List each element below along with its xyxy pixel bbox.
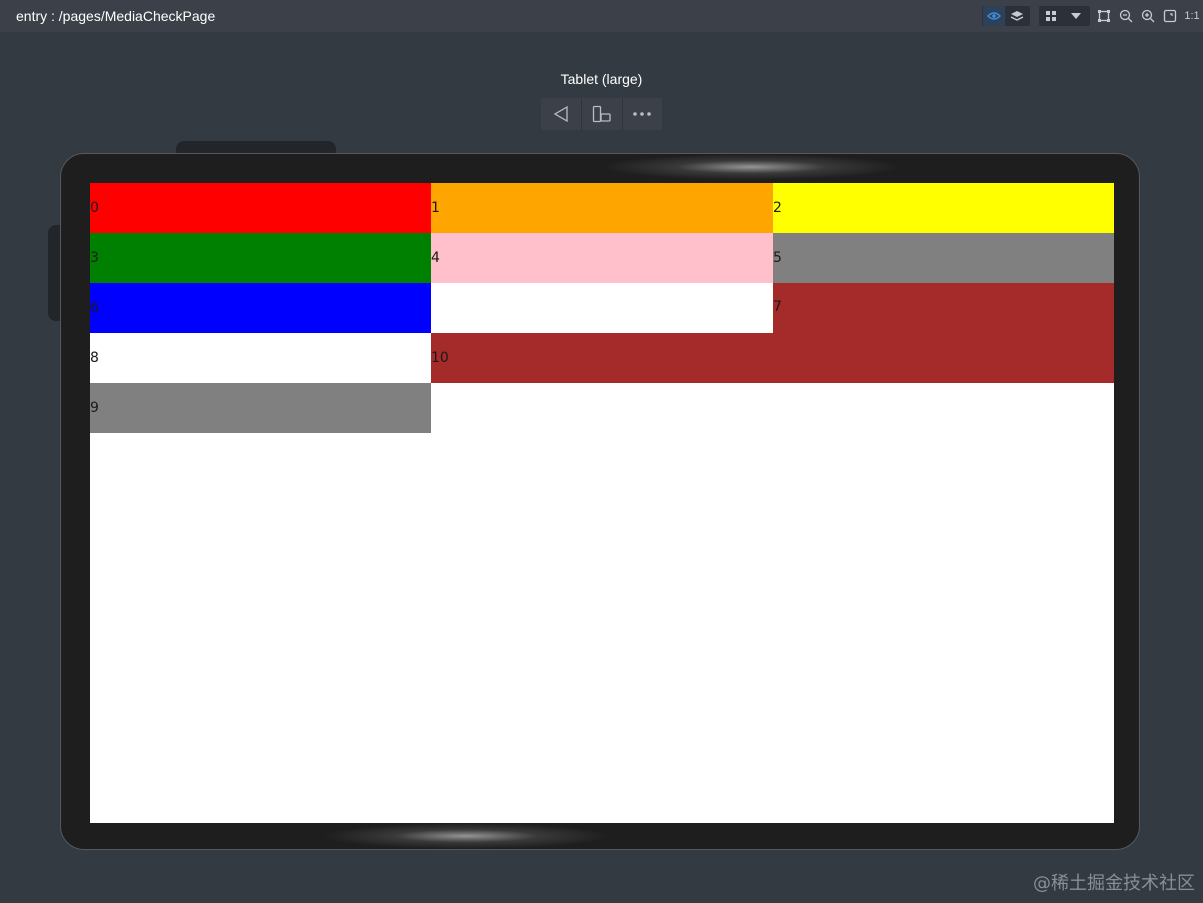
layers-icon[interactable] bbox=[1006, 6, 1028, 26]
zoom-out-icon[interactable] bbox=[1117, 8, 1135, 24]
device-controls bbox=[541, 98, 662, 130]
view-toggle-group bbox=[982, 6, 1030, 26]
watermark: @稀土掘金技术社区 bbox=[1033, 873, 1195, 894]
zoom-in-icon[interactable] bbox=[1139, 8, 1157, 24]
grid-item: 10 bbox=[431, 333, 773, 383]
grid-item: 1 bbox=[431, 183, 773, 233]
actual-size-icon[interactable]: 1:1 bbox=[1182, 8, 1202, 24]
fit-icon[interactable] bbox=[1095, 8, 1113, 24]
top-bar: entry : /pages/MediaCheckPage 1:1 bbox=[0, 0, 1203, 32]
window-title: entry : /pages/MediaCheckPage bbox=[16, 8, 216, 24]
grid-item: 3 bbox=[90, 233, 431, 283]
layout-select-group[interactable] bbox=[1039, 6, 1090, 26]
more-icon[interactable] bbox=[622, 98, 662, 130]
frame-highlight bbox=[321, 823, 611, 849]
grid-item: 8 bbox=[90, 333, 431, 383]
grid-item: 6 bbox=[90, 283, 431, 333]
grid-item: 5 bbox=[773, 233, 1114, 283]
rotate-back-icon[interactable] bbox=[541, 98, 581, 130]
fullscreen-icon[interactable] bbox=[1161, 8, 1179, 24]
frame-highlight bbox=[601, 154, 901, 180]
eye-icon[interactable] bbox=[983, 6, 1005, 26]
dropdown-icon[interactable] bbox=[1065, 6, 1087, 26]
grid-item: 4 bbox=[431, 233, 773, 283]
device-rotate-icon[interactable] bbox=[582, 98, 622, 130]
grid-item: 0 bbox=[90, 183, 431, 233]
device-screen: 0 1 2 3 4 5 6 7 8 9 10 bbox=[90, 183, 1114, 823]
device-label: Tablet (large) bbox=[560, 71, 643, 87]
grid-icon[interactable] bbox=[1040, 6, 1062, 26]
grid-item: 9 bbox=[90, 383, 431, 433]
grid-container: 0 1 2 3 4 5 6 7 8 9 10 bbox=[90, 183, 1114, 433]
grid-item: 2 bbox=[773, 183, 1114, 233]
grid-item: 7 bbox=[773, 283, 1114, 383]
